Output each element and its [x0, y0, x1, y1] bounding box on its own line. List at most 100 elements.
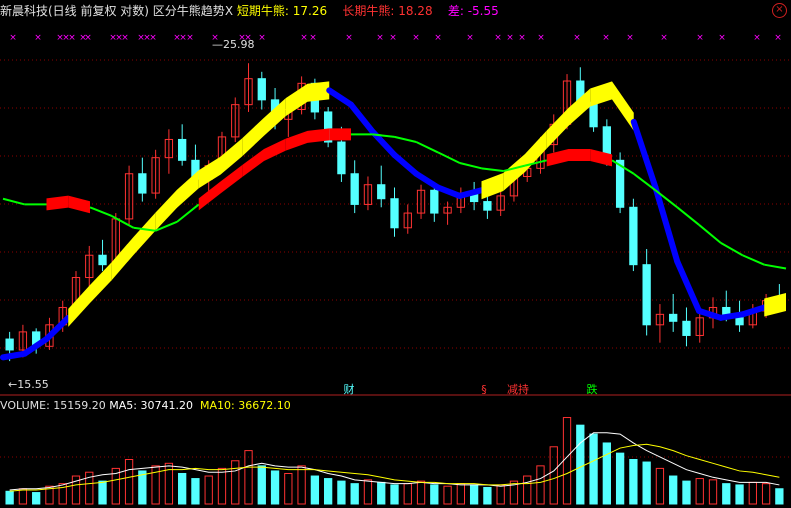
long-trend-line [111, 215, 134, 229]
candle-body [642, 264, 651, 326]
volume-bar [722, 483, 731, 505]
long-trend-line [2, 197, 26, 206]
volume-bar [191, 478, 200, 505]
long-trend-line [698, 224, 722, 244]
short-trend-line [435, 184, 463, 199]
volume-bar [204, 475, 213, 505]
cross-mark: × [389, 33, 397, 43]
volume-bar [18, 488, 28, 505]
volume-bar [469, 484, 479, 505]
volume-bar [297, 465, 306, 505]
volume-bar [523, 475, 532, 505]
bear-band [285, 130, 308, 151]
cross-mark: × [506, 33, 514, 43]
cross-mark: × [718, 33, 726, 43]
bear-band [46, 195, 69, 211]
candlestick-chart[interactable]: × × ××× ×× ××× ××× ×× × × ×× × × × × × × × × × × × × × × × × × × × × ×… [0, 0, 791, 508]
volume-bar [629, 459, 638, 505]
volume-bar [390, 484, 399, 505]
event-tag: § [481, 383, 487, 396]
cross-mark: × [494, 33, 502, 43]
bull-band [133, 212, 156, 255]
candle-body [138, 173, 147, 194]
volume-bar [456, 483, 466, 505]
cross-mark: × [660, 33, 668, 43]
volume-bar [602, 442, 611, 505]
volume-bar [748, 481, 757, 505]
volume-bar [589, 433, 598, 505]
volume-bar [695, 478, 704, 505]
volume-bar [536, 465, 545, 505]
long-trend-line [176, 203, 200, 223]
candle-body [483, 201, 492, 211]
cross-mark: × [300, 33, 308, 43]
cross-mark: × [602, 33, 610, 43]
bear-band [68, 195, 90, 214]
cross-mark: × [149, 33, 157, 43]
bull-band [177, 170, 199, 208]
volume-bar [5, 490, 14, 505]
volume-bar [655, 467, 665, 505]
bull-band [481, 172, 504, 200]
candle-body [377, 184, 386, 200]
volume-bar [775, 488, 784, 505]
volume-bar [443, 485, 452, 505]
long-trend-line [89, 206, 113, 217]
bull-band [764, 293, 786, 317]
cross-mark: × [434, 33, 442, 43]
volume-bar [642, 461, 651, 505]
candle-body [98, 254, 107, 266]
candle-body [5, 338, 14, 351]
bull-band [590, 81, 612, 107]
volume-bar [576, 424, 585, 505]
volume-bar [98, 480, 107, 505]
volume-bar [257, 465, 266, 505]
volume-bar [323, 478, 333, 505]
cross-mark: × [309, 33, 317, 43]
volume-bar [217, 467, 227, 505]
candle-body [350, 173, 359, 205]
volume-bar [430, 484, 439, 505]
bear-band [307, 128, 330, 143]
event-tag: 财 [344, 382, 355, 396]
volume-bar [270, 470, 280, 505]
short-trend-line [674, 258, 702, 314]
long-trend-line [742, 254, 765, 266]
volume-bar [231, 460, 240, 505]
volume-bar [310, 475, 320, 505]
volume-bar [615, 452, 625, 505]
cross-mark: × [258, 33, 266, 43]
volume-bar [244, 450, 253, 505]
volume-bar [669, 475, 678, 505]
high-price-label: —25.98 [212, 38, 255, 51]
cross-mark: × [466, 33, 474, 43]
candle-body [682, 320, 691, 336]
long-trend-line [676, 206, 700, 226]
candle-body [337, 141, 346, 175]
cross-mark: × [376, 33, 384, 43]
bull-band [198, 156, 221, 189]
volume-bar [350, 483, 359, 505]
volume-bar [403, 483, 412, 505]
volume-bar [178, 472, 187, 505]
cross-mark: × [9, 33, 17, 43]
volume-bar [735, 484, 744, 505]
cross-mark: × [34, 33, 42, 43]
short-trend-line [630, 118, 659, 191]
bull-band [242, 117, 264, 157]
short-trend-line [348, 101, 376, 135]
volume-bar [761, 483, 771, 505]
cross-mark: × [412, 33, 420, 43]
event-tag: 减持 [507, 382, 529, 396]
long-trend-line [415, 141, 439, 154]
bull-band [68, 284, 90, 327]
bull-band [155, 189, 177, 231]
volume-bar [416, 480, 426, 505]
cross-mark: × [68, 33, 76, 43]
long-trend-line [394, 135, 417, 144]
cross-mark: × [537, 33, 545, 43]
bear-band [264, 138, 286, 162]
bear-band [242, 149, 264, 178]
candle-body [669, 313, 678, 322]
candle-body [430, 189, 439, 214]
